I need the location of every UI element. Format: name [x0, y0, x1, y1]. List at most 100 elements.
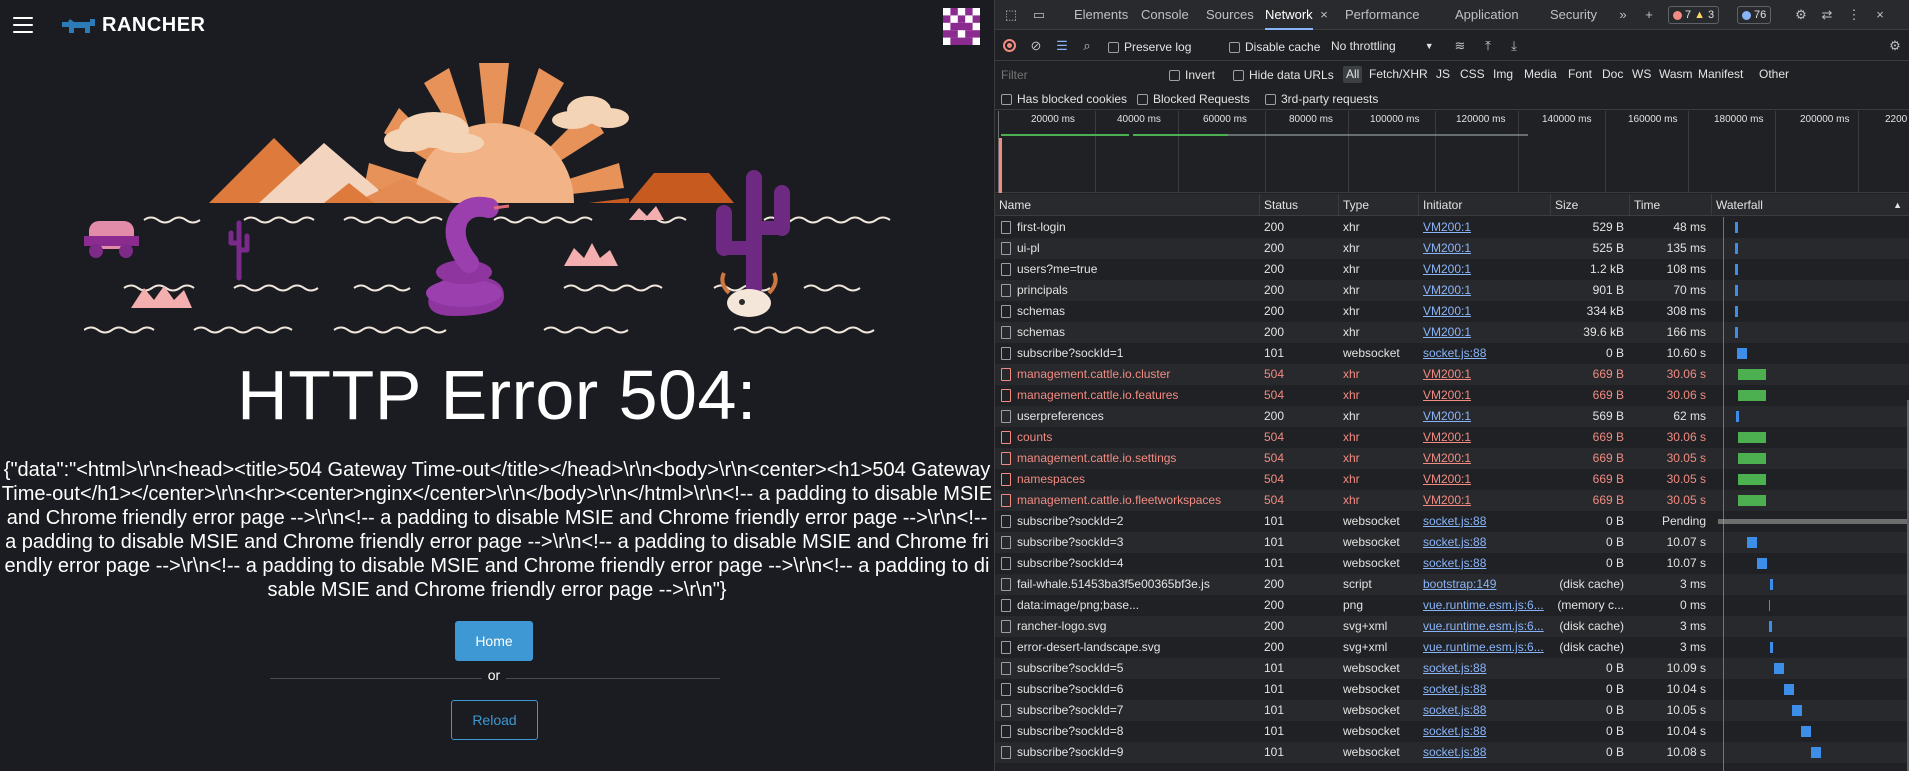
col-name[interactable]: Name	[995, 194, 1260, 216]
network-conditions-icon[interactable]: ≋	[1452, 38, 1468, 54]
request-initiator[interactable]: VM200:1	[1419, 364, 1551, 385]
filter-type-css[interactable]: CSS	[1457, 66, 1488, 83]
request-row[interactable]: management.cattle.io.fleetworkspaces 504 x…	[995, 490, 1909, 511]
filter-type-doc[interactable]: Doc	[1599, 66, 1626, 83]
filter-type-manifest[interactable]: Manifest	[1695, 66, 1746, 83]
request-row[interactable]: principals 200 xhr VM200:1 901 B 70 ms	[995, 280, 1909, 301]
request-initiator[interactable]: vue.runtime.esm.js:6...	[1419, 595, 1551, 616]
filter-type-fetch-xhr[interactable]: Fetch/XHR	[1366, 66, 1431, 83]
import-har-icon[interactable]: ⤒	[1480, 38, 1496, 54]
inspect-element-icon[interactable]: ⬚	[1003, 7, 1019, 23]
issues-badge[interactable]: 76	[1737, 6, 1772, 24]
request-initiator[interactable]: socket.js:88	[1419, 679, 1551, 700]
filter-type-media[interactable]: Media	[1521, 66, 1560, 83]
request-row[interactable]: subscribe?sockId=4 101 websocket socket.js:…	[995, 553, 1909, 574]
kebab-menu-icon[interactable]: ⋮	[1846, 7, 1862, 23]
settings-gear-icon[interactable]: ⚙	[1793, 7, 1809, 23]
request-row[interactable]: management.cattle.io.cluster 504 xhr VM200:…	[995, 364, 1909, 385]
filter-input[interactable]	[998, 66, 1161, 83]
disable-cache-checkbox[interactable]: Disable cache	[1229, 40, 1320, 54]
avatar[interactable]	[943, 8, 980, 45]
request-row[interactable]: subscribe?sockId=6 101 websocket socket.js:…	[995, 679, 1909, 700]
more-tabs-icon[interactable]: »	[1615, 7, 1631, 23]
request-initiator[interactable]: VM200:1	[1419, 217, 1551, 238]
request-row[interactable]: management.cattle.io.features 504 xhr VM200…	[995, 385, 1909, 406]
request-row[interactable]: subscribe?sockId=1 101 websocket socket.js:…	[995, 343, 1909, 364]
request-row[interactable]: userpreferences 200 xhr VM200:1 569 B 62 ms	[995, 406, 1909, 427]
tab-elements[interactable]: Elements	[1074, 0, 1128, 30]
request-row[interactable]: subscribe?sockId=7 101 websocket socket.js:…	[995, 700, 1909, 721]
request-row[interactable]: namespaces 504 xhr VM200:1 669 B 30.05 s	[995, 469, 1909, 490]
tab-sources[interactable]: Sources	[1206, 0, 1254, 30]
request-initiator[interactable]: VM200:1	[1419, 427, 1551, 448]
request-initiator[interactable]: VM200:1	[1419, 301, 1551, 322]
request-initiator[interactable]: socket.js:88	[1419, 511, 1551, 532]
network-settings-icon[interactable]: ⚙	[1887, 38, 1903, 54]
col-initiator[interactable]: Initiator	[1419, 194, 1551, 216]
col-waterfall[interactable]: Waterfall	[1712, 194, 1909, 216]
tab-console[interactable]: Console	[1141, 0, 1189, 30]
request-initiator[interactable]: vue.runtime.esm.js:6...	[1419, 637, 1551, 658]
filter-type-ws[interactable]: WS	[1629, 66, 1654, 83]
request-initiator[interactable]: socket.js:88	[1419, 553, 1551, 574]
request-row[interactable]: fail-whale.51453ba3f5e00365bf3e.js 200 scr…	[995, 574, 1909, 595]
close-devtools-icon[interactable]: ×	[1872, 7, 1888, 23]
col-size[interactable]: Size	[1551, 194, 1630, 216]
search-icon[interactable]: ⌕	[1079, 38, 1095, 54]
has-blocked-cookies-checkbox[interactable]: Has blocked cookies	[1001, 92, 1127, 106]
tab-performance[interactable]: Performance	[1345, 0, 1419, 30]
request-row[interactable]: error-desert-landscape.svg 200 svg+xml vue.…	[995, 637, 1909, 658]
rancher-logo[interactable]: RANCHER	[60, 14, 206, 37]
add-panel-icon[interactable]: +	[1641, 7, 1657, 23]
request-row[interactable]: subscribe?sockId=8 101 websocket socket.js:…	[995, 721, 1909, 742]
request-initiator[interactable]: socket.js:88	[1419, 721, 1551, 742]
request-row[interactable]: schemas 200 xhr VM200:1 334 kB 308 ms	[995, 301, 1909, 322]
request-initiator[interactable]: socket.js:88	[1419, 658, 1551, 679]
reload-button[interactable]: Reload	[451, 700, 538, 740]
home-button[interactable]: Home	[455, 621, 533, 661]
filter-type-all[interactable]: All	[1343, 66, 1363, 83]
third-party-requests-checkbox[interactable]: 3rd-party requests	[1265, 92, 1378, 106]
request-row[interactable]: subscribe?sockId=9 101 websocket socket.js:…	[995, 742, 1909, 763]
request-initiator[interactable]: VM200:1	[1419, 280, 1551, 301]
request-initiator[interactable]: socket.js:88	[1419, 343, 1551, 364]
filter-type-other[interactable]: Other	[1756, 66, 1792, 83]
tab-network[interactable]: Network	[1265, 0, 1313, 30]
col-time[interactable]: Time	[1630, 194, 1712, 216]
network-overview-timeline[interactable]: 20000 ms 40000 ms 60000 ms 80000 ms 1000…	[995, 111, 1909, 193]
preserve-log-checkbox[interactable]: Preserve log	[1108, 40, 1191, 54]
filter-type-font[interactable]: Font	[1565, 66, 1595, 83]
request-row[interactable]: counts 504 xhr VM200:1 669 B 30.06 s	[995, 427, 1909, 448]
request-initiator[interactable]: socket.js:88	[1419, 700, 1551, 721]
request-row[interactable]: first-login 200 xhr VM200:1 529 B 48 ms	[995, 217, 1909, 238]
request-row[interactable]: subscribe?sockId=2 101 websocket socket.js:…	[995, 511, 1909, 532]
request-row[interactable]: data:image/png;base... 200 png vue.runtime.…	[995, 595, 1909, 616]
menu-icon[interactable]	[13, 17, 33, 33]
request-row[interactable]: management.cattle.io.settings 504 xhr VM200…	[995, 448, 1909, 469]
customize-icon[interactable]: ⇄	[1819, 7, 1835, 23]
request-initiator[interactable]: VM200:1	[1419, 406, 1551, 427]
request-row[interactable]: schemas 200 xhr VM200:1 39.6 kB 166 ms	[995, 322, 1909, 343]
request-row[interactable]: rancher-logo.svg 200 svg+xml vue.runtime.es…	[995, 616, 1909, 637]
request-row[interactable]: users?me=true 200 xhr VM200:1 1.2 kB 108 ms	[995, 259, 1909, 280]
filter-type-img[interactable]: Img	[1490, 66, 1516, 83]
request-initiator[interactable]: VM200:1	[1419, 238, 1551, 259]
console-counts-badge[interactable]: 7 ▲ 3	[1668, 6, 1720, 24]
request-row[interactable]: ui-pl 200 xhr VM200:1 525 B 135 ms	[995, 238, 1909, 259]
request-initiator[interactable]: VM200:1	[1419, 469, 1551, 490]
device-toolbar-icon[interactable]: ▭	[1031, 7, 1047, 23]
hide-data-urls-checkbox[interactable]: Hide data URLs	[1233, 68, 1334, 82]
request-initiator[interactable]: bootstrap:149	[1419, 574, 1551, 595]
filter-type-wasm[interactable]: Wasm	[1656, 66, 1696, 83]
tab-security[interactable]: Security	[1550, 0, 1597, 30]
request-initiator[interactable]: socket.js:88	[1419, 742, 1551, 763]
filter-icon[interactable]: ☰	[1054, 38, 1070, 54]
request-initiator[interactable]: vue.runtime.esm.js:6...	[1419, 616, 1551, 637]
col-type[interactable]: Type	[1339, 194, 1419, 216]
clear-icon[interactable]: ⊘	[1028, 38, 1044, 54]
tab-application[interactable]: Application	[1455, 0, 1519, 30]
export-har-icon[interactable]: ⤓	[1506, 38, 1522, 54]
request-initiator[interactable]: VM200:1	[1419, 259, 1551, 280]
invert-checkbox[interactable]: Invert	[1169, 68, 1215, 82]
request-initiator[interactable]: socket.js:88	[1419, 532, 1551, 553]
